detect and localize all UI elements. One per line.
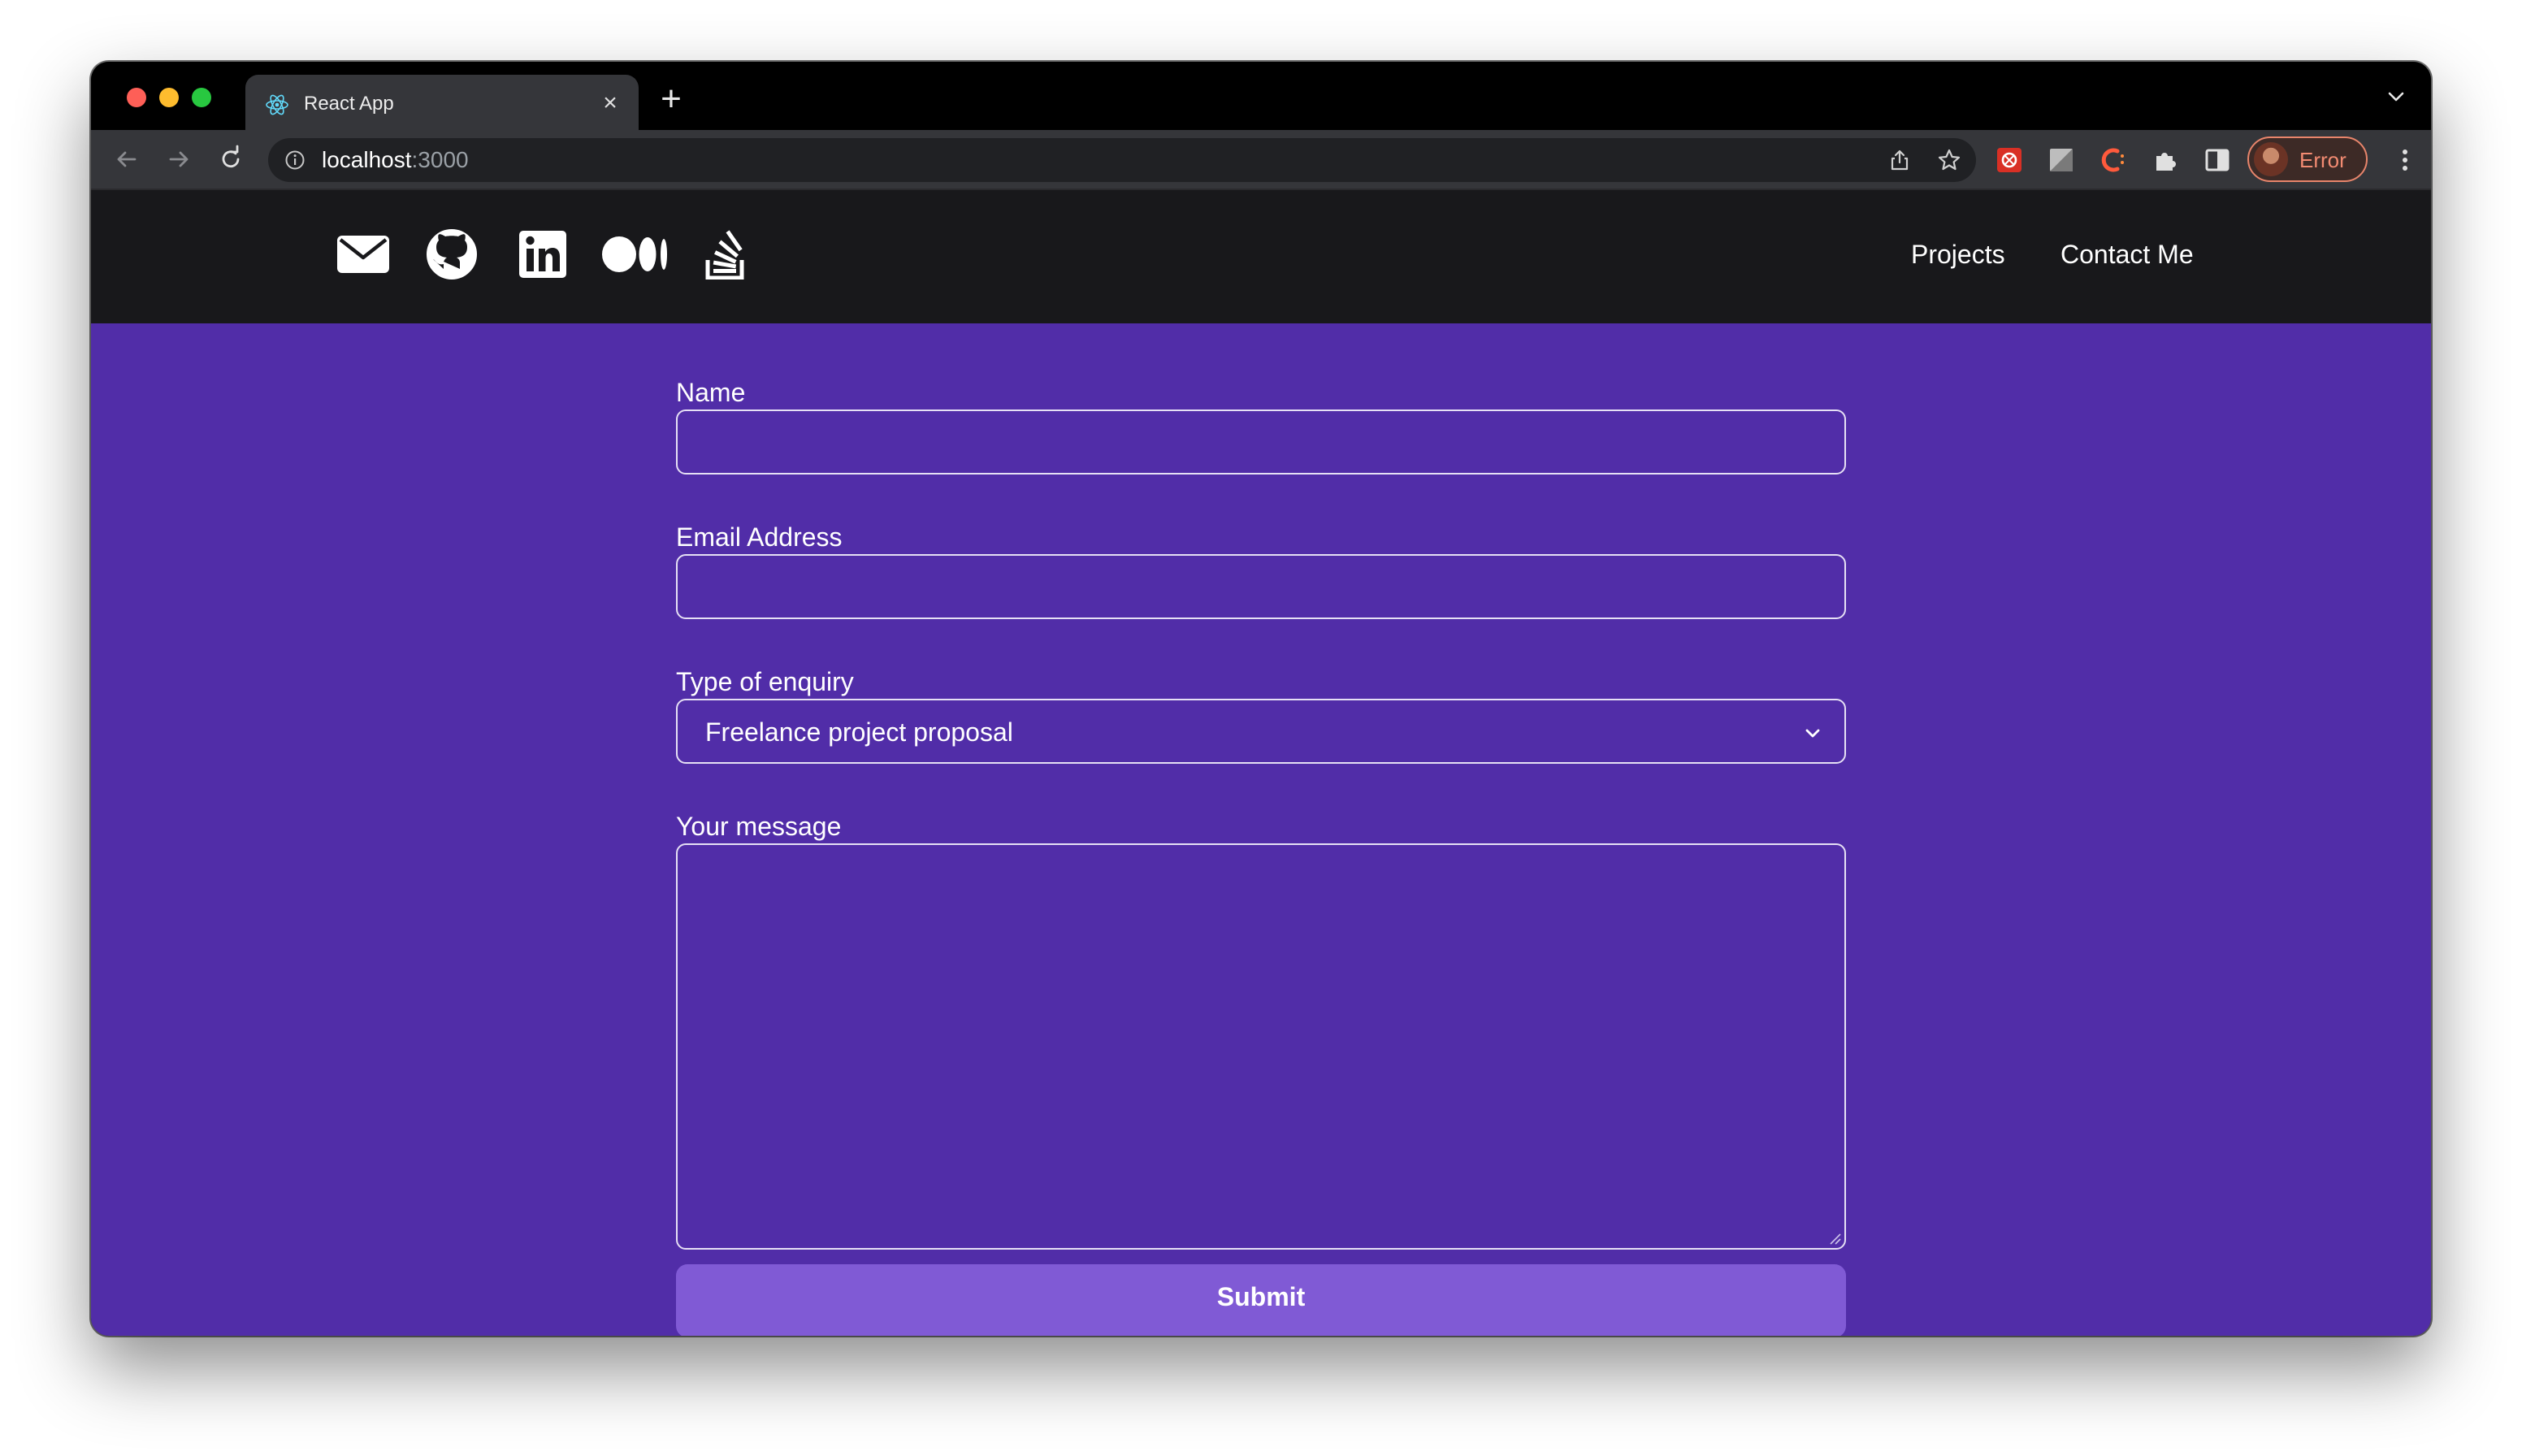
extension-gray-icon[interactable]: [2048, 146, 2075, 174]
nav-link-projects[interactable]: Projects: [1911, 239, 2005, 270]
mail-icon[interactable]: [336, 229, 390, 280]
chevron-down-icon: [1805, 729, 1820, 738]
medium-icon[interactable]: [601, 229, 670, 280]
share-icon[interactable]: [1888, 149, 1911, 171]
maximize-window-button[interactable]: [192, 88, 211, 107]
new-tab-button[interactable]: +: [653, 81, 689, 119]
side-panel-icon[interactable]: [2204, 146, 2231, 174]
extension-c-icon[interactable]: [2100, 146, 2127, 174]
browser-tab[interactable]: React App ×: [245, 75, 639, 130]
react-icon: [266, 94, 288, 115]
more-options-icon[interactable]: [2390, 145, 2420, 176]
github-icon[interactable]: [426, 229, 478, 280]
linkedin-icon[interactable]: [518, 229, 567, 280]
page-viewport: Projects Contact Me Name Email Address T…: [91, 190, 2431, 1336]
submit-button[interactable]: Submit: [676, 1264, 1846, 1336]
email-field[interactable]: [676, 554, 1846, 619]
name-field[interactable]: [676, 410, 1846, 474]
name-label: Name: [676, 378, 746, 407]
nav-link-contact[interactable]: Contact Me: [2060, 239, 2194, 270]
back-arrow-icon[interactable]: [110, 143, 143, 176]
url-port: :3000: [411, 147, 469, 172]
forward-arrow-icon[interactable]: [162, 143, 195, 176]
browser-window: React App × + localhost:3000 Error Proje…: [91, 62, 2431, 1336]
extension-red-icon[interactable]: [1996, 146, 2023, 174]
tab-strip: React App × +: [91, 62, 2431, 130]
minimize-window-button[interactable]: [159, 88, 179, 107]
stackoverflow-icon[interactable]: [704, 229, 749, 280]
enquiry-type-select[interactable]: Freelance project proposal: [676, 699, 1846, 764]
address-bar[interactable]: localhost:3000: [268, 138, 1976, 182]
info-icon[interactable]: [284, 150, 306, 171]
tab-title: React App: [304, 93, 394, 115]
avatar: [2254, 142, 2288, 176]
bookmark-star-icon[interactable]: [1937, 148, 1961, 172]
message-label: Your message: [676, 812, 842, 841]
email-label: Email Address: [676, 522, 843, 552]
profile-status-label: Error: [2299, 148, 2346, 172]
url-text: localhost:3000: [322, 148, 469, 172]
browser-toolbar: localhost:3000 Error: [91, 130, 2431, 190]
profile-chip[interactable]: Error: [2247, 136, 2368, 182]
reload-icon[interactable]: [214, 143, 247, 176]
message-textarea[interactable]: [676, 843, 1846, 1250]
site-header: Projects Contact Me: [91, 190, 2431, 323]
puzzle-piece-icon[interactable]: [2152, 146, 2179, 174]
resize-grip-icon[interactable]: [1826, 1230, 1841, 1245]
enquiry-type-value: Freelance project proposal: [705, 717, 1013, 747]
close-tab-icon[interactable]: ×: [598, 91, 622, 115]
enquiry-type-label: Type of enquiry: [676, 667, 854, 696]
url-host: localhost: [322, 147, 412, 172]
chevron-down-icon[interactable]: [2384, 84, 2408, 109]
close-window-button[interactable]: [127, 88, 146, 107]
